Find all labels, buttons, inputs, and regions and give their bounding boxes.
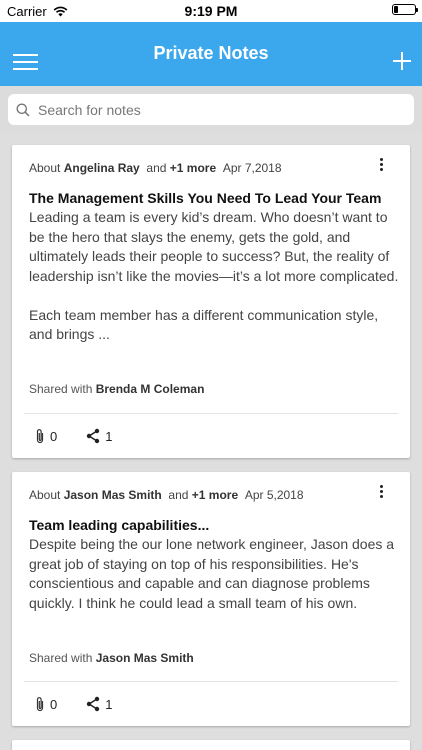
share-icon	[87, 428, 100, 444]
note-body-paragraph: Despite being the our lone network engin…	[29, 536, 395, 611]
note-person[interactable]: Angelina Ray	[64, 161, 140, 175]
note-body-paragraph: Leading a team is every kid’s dream. Who…	[29, 209, 399, 284]
shared-label: Shared with	[29, 382, 93, 396]
shared-with-line: Shared with Jason Mas Smith	[29, 651, 194, 665]
battery-indicator	[392, 4, 418, 15]
note-about-line: About Jason Mas Smith and +1 more Apr 5,…	[29, 488, 304, 502]
note-date: Apr 7,2018	[222, 161, 282, 175]
status-time: 9:19 PM	[184, 3, 238, 19]
search-bar: Search for notes	[0, 86, 422, 132]
search-input[interactable]: Search for notes	[8, 94, 414, 125]
and-label: and	[146, 161, 167, 175]
card-divider	[24, 681, 398, 682]
card-actions: 0 1	[34, 696, 140, 712]
card-actions: 0 1	[34, 428, 140, 444]
note-title: Team leading capabilities...	[29, 517, 210, 533]
note-body-paragraph: Each team member has a different communi…	[29, 306, 379, 343]
status-bar: Carrier 9:19 PM	[0, 0, 422, 22]
about-label: About	[29, 488, 61, 502]
share-button[interactable]: 1	[85, 428, 112, 444]
note-card[interactable]: About Angelina Ray and +1 more Apr 7,201…	[12, 145, 410, 458]
and-label: and	[168, 488, 189, 502]
note-card[interactable]	[12, 740, 410, 750]
navigation-bar: Private Notes	[0, 22, 422, 86]
shared-with-line: Shared with Brenda M Coleman	[29, 382, 204, 396]
attachments-button[interactable]: 0	[34, 428, 57, 444]
page-title: Private Notes	[153, 43, 269, 63]
battery-icon	[392, 4, 418, 15]
share-button[interactable]: 1	[85, 696, 112, 712]
attachments-button[interactable]: 0	[34, 696, 57, 712]
share-icon	[87, 696, 100, 712]
attachments-count: 0	[50, 428, 58, 444]
note-about-line: About Angelina Ray and +1 more Apr 7,201…	[29, 161, 282, 175]
paperclip-icon	[36, 429, 44, 444]
shared-with-name: Jason Mas Smith	[95, 651, 194, 665]
search-icon	[16, 103, 30, 117]
paperclip-icon	[36, 697, 44, 712]
card-divider	[24, 413, 398, 414]
search-placeholder: Search for notes	[38, 101, 141, 118]
more-options-icon[interactable]	[380, 158, 384, 172]
note-person[interactable]: Jason Mas Smith	[64, 488, 162, 502]
battery-level-fill	[394, 6, 398, 13]
share-count: 1	[105, 696, 113, 712]
note-body: Leading a team is every kid’s dream. Who…	[29, 208, 399, 345]
more-people-link[interactable]: +1 more	[192, 488, 238, 502]
more-options-icon[interactable]	[380, 485, 384, 499]
shared-label: Shared with	[29, 651, 93, 665]
share-count: 1	[105, 428, 113, 444]
note-date: Apr 5,2018	[244, 488, 304, 502]
about-label: About	[29, 161, 61, 175]
add-note-plus-icon[interactable]	[393, 52, 411, 70]
more-people-link[interactable]: +1 more	[170, 161, 216, 175]
shared-with-name: Brenda M Coleman	[95, 382, 205, 396]
note-title: The Management Skills You Need To Lead Y…	[29, 190, 382, 206]
attachments-count: 0	[50, 696, 58, 712]
note-body: Despite being the our lone network engin…	[29, 535, 399, 613]
note-card[interactable]: About Jason Mas Smith and +1 more Apr 5,…	[12, 472, 410, 726]
